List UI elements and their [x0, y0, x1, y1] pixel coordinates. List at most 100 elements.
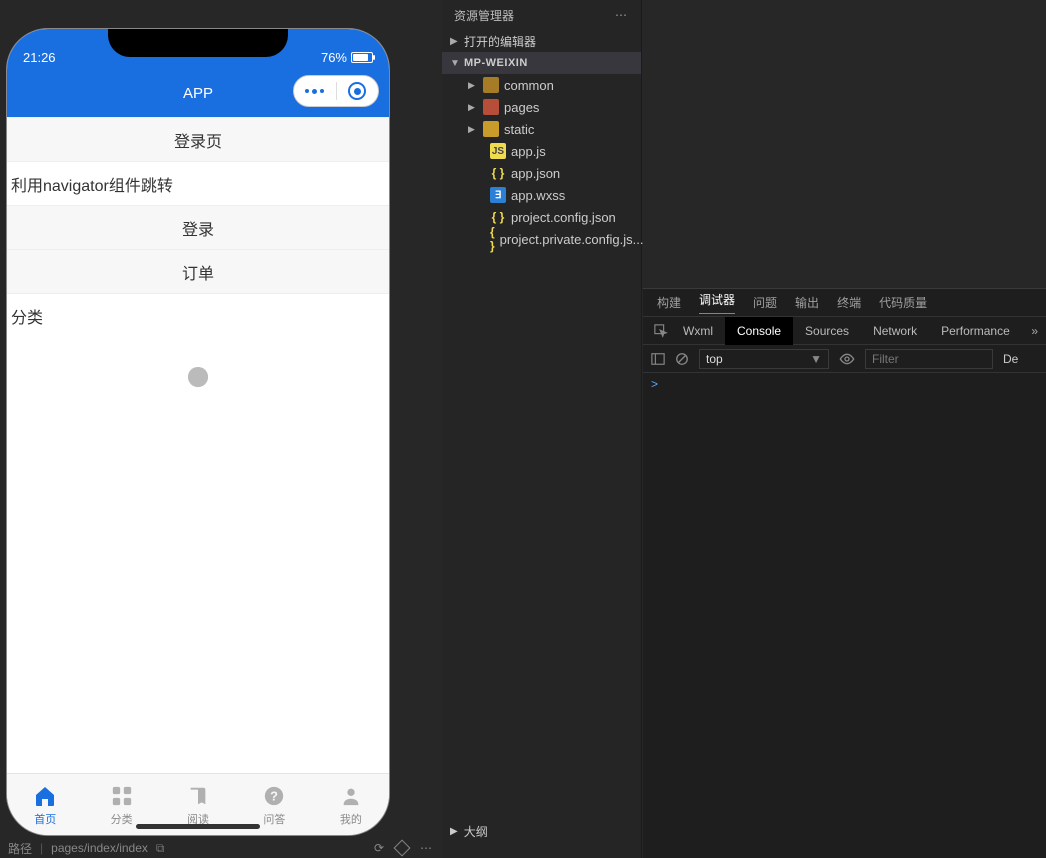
user-icon [338, 783, 364, 809]
console-toolbar: top ▼ De [643, 345, 1046, 373]
tab-me[interactable]: 我的 [313, 774, 389, 835]
devtools-inner-tabs: Wxml Console Sources Network Performance… [643, 317, 1046, 345]
list-item[interactable]: 分类 [7, 293, 389, 337]
section-label: 打开的编辑器 [464, 33, 536, 50]
home-indicator [136, 824, 260, 829]
tab-output[interactable]: 输出 [795, 294, 819, 311]
list-item-label: 分类 [11, 304, 43, 328]
wxss-file-icon: ∃ [490, 187, 506, 203]
target-icon [348, 82, 366, 100]
status-battery: 76% [321, 50, 373, 65]
tree-label: app.json [511, 166, 560, 181]
tab-build[interactable]: 构建 [657, 294, 681, 311]
grid-icon [109, 783, 135, 809]
capsule-button [293, 75, 379, 107]
simulator-device: 21:26 76% APP 登录页 利用navigator组件跳转 登录 订单 … [6, 28, 390, 836]
explorer-title: 资源管理器 [454, 7, 514, 24]
capsule-close-button[interactable] [337, 82, 379, 100]
refresh-icon[interactable]: ⟳ [374, 841, 384, 855]
context-label: top [706, 352, 723, 366]
list-item-label: 登录 [182, 216, 214, 240]
chevron-right-icon: ▶ [450, 36, 460, 47]
battery-percent: 76% [321, 50, 347, 65]
tree-label: project.config.json [511, 210, 616, 225]
status-path[interactable]: pages/index/index [51, 841, 148, 855]
tab-label: 我的 [340, 811, 362, 827]
file-tree: ▶common ▶pages ▶static JSapp.js { }app.j… [442, 74, 641, 250]
git-icon[interactable] [394, 840, 411, 857]
folder-icon [483, 99, 499, 115]
list-item[interactable]: 订单 [7, 249, 389, 293]
tab-terminal[interactable]: 终端 [837, 294, 861, 311]
list-item[interactable]: 登录页 [7, 117, 389, 161]
list-item-label: 登录页 [174, 128, 222, 152]
tab-sources[interactable]: Sources [793, 317, 861, 345]
list-item[interactable]: 登录 [7, 205, 389, 249]
question-icon: ? [261, 783, 287, 809]
explorer-root[interactable]: ▼ MP-WEIXIN [442, 52, 641, 74]
nav-title: APP [183, 85, 213, 102]
tab-label: 问答 [263, 811, 285, 827]
tree-label: pages [504, 100, 539, 115]
tab-performance[interactable]: Performance [929, 317, 1022, 345]
device-notch [108, 29, 288, 57]
tree-file[interactable]: JS app.js [456, 140, 641, 162]
status-label: 路径 [8, 840, 32, 857]
json-file-icon: { } [490, 231, 495, 247]
tab-bar: 首页 分类 阅读 ? 问答 我的 [7, 773, 389, 835]
chevron-right-icon: ▶ [468, 102, 478, 113]
console-output[interactable]: > [643, 373, 1046, 395]
tree-label: app.js [511, 144, 546, 159]
ellipsis-icon [305, 89, 324, 94]
explorer-outline[interactable]: ▶ 大纲 [450, 823, 488, 840]
book-icon [185, 783, 211, 809]
context-selector[interactable]: top ▼ [699, 349, 829, 369]
devtools-panel: 构建 调试器 问题 输出 终端 代码质量 Wxml Console Source… [643, 288, 1046, 858]
tab-problems[interactable]: 问题 [753, 294, 777, 311]
tree-file[interactable]: { }project.private.config.js... [456, 228, 641, 250]
filter-input[interactable] [865, 349, 993, 369]
tree-folder[interactable]: ▶static [456, 118, 641, 140]
more-actions-button[interactable]: ⋯ [615, 8, 629, 22]
tab-home[interactable]: 首页 [7, 774, 83, 835]
list-item[interactable]: 利用navigator组件跳转 [7, 161, 389, 205]
js-file-icon: JS [490, 143, 506, 159]
console-prompt-icon: > [651, 377, 658, 391]
clear-console-button[interactable] [675, 352, 689, 366]
battery-icon [351, 52, 373, 63]
tab-debugger[interactable]: 调试器 [699, 291, 735, 314]
section-label: 大纲 [464, 823, 488, 840]
tree-label: common [504, 78, 554, 93]
capsule-menu-button[interactable] [294, 89, 336, 94]
tab-codequality[interactable]: 代码质量 [879, 294, 927, 311]
simulator-page: 登录页 利用navigator组件跳转 登录 订单 分类 [7, 117, 389, 773]
inspect-element-button[interactable] [651, 324, 671, 338]
chevron-right-icon: ▶ [450, 826, 458, 837]
svg-text:?: ? [271, 788, 279, 803]
tab-label: 分类 [111, 811, 133, 827]
status-bar-bottom: 路径 | pages/index/index ⧉ ⟳ ⋯ [0, 838, 442, 858]
tree-folder[interactable]: ▶common [456, 74, 641, 96]
tree-file[interactable]: { }project.config.json [456, 206, 641, 228]
loading-spinner-icon [188, 367, 208, 387]
tab-console[interactable]: Console [725, 317, 793, 345]
live-expression-button[interactable] [839, 351, 855, 367]
list-item-label: 订单 [182, 260, 214, 284]
tree-file[interactable]: { }app.json [456, 162, 641, 184]
chevron-down-icon: ▼ [450, 58, 460, 69]
tree-folder[interactable]: ▶ pages [456, 96, 641, 118]
status-time: 21:26 [23, 50, 56, 65]
copy-icon[interactable]: ⧉ [156, 841, 165, 856]
tree-file[interactable]: ∃app.wxss [456, 184, 641, 206]
chevron-down-icon: ▼ [810, 352, 822, 366]
more-icon[interactable]: ⋯ [420, 841, 434, 855]
tab-network[interactable]: Network [861, 317, 929, 345]
section-label: MP-WEIXIN [464, 57, 528, 69]
tab-wxml[interactable]: Wxml [671, 317, 725, 345]
more-tabs-button[interactable]: » [1023, 324, 1046, 338]
chevron-right-icon: ▶ [468, 124, 478, 135]
toggle-sidebar-button[interactable] [651, 352, 665, 366]
levels-label-truncated: De [1003, 352, 1018, 366]
divider: | [40, 841, 43, 855]
explorer-open-editors[interactable]: ▶ 打开的编辑器 [442, 30, 641, 52]
